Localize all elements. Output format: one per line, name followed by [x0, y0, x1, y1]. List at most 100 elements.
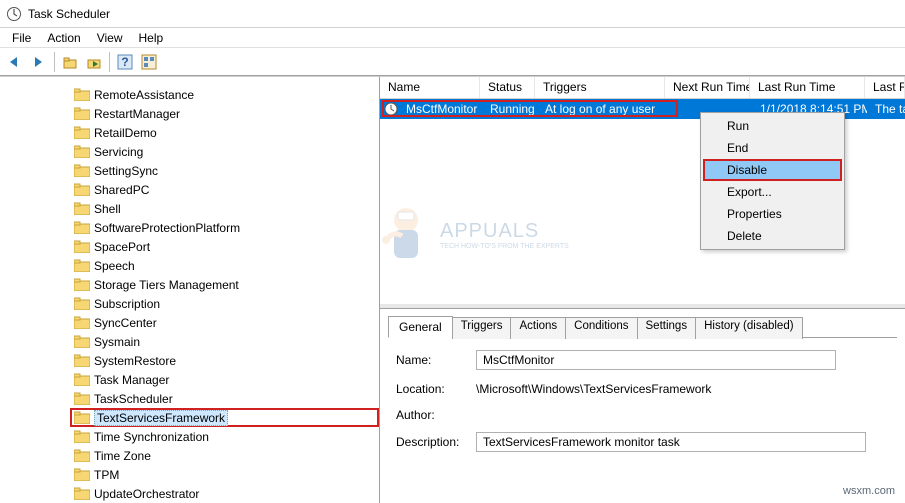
- tree-item-speech[interactable]: Speech: [70, 256, 379, 275]
- details-pane: General Triggers Actions Conditions Sett…: [380, 308, 905, 503]
- tab-general[interactable]: General: [388, 316, 453, 338]
- cell-lastr: The ta: [867, 102, 905, 116]
- tab-settings[interactable]: Settings: [637, 317, 697, 339]
- run-button[interactable]: [83, 51, 105, 73]
- tree-item-textservicesframework[interactable]: TextServicesFramework: [70, 408, 379, 427]
- menu-help[interactable]: Help: [131, 29, 172, 47]
- ctx-properties[interactable]: Properties: [703, 203, 842, 225]
- tree-item-label: SyncCenter: [94, 316, 157, 330]
- back-button[interactable]: [4, 51, 26, 73]
- tree-item-label: Storage Tiers Management: [94, 278, 239, 292]
- tree-item-label: Speech: [94, 259, 135, 273]
- folder-icon: [74, 88, 90, 101]
- help-button[interactable]: ?: [114, 51, 136, 73]
- folder-icon: [74, 164, 90, 177]
- folder-icon: [74, 297, 90, 310]
- toolbar: ?: [0, 48, 905, 76]
- tree-item-systemrestore[interactable]: SystemRestore: [70, 351, 379, 370]
- ctx-disable[interactable]: Disable: [703, 159, 842, 181]
- folder-icon: [74, 107, 90, 120]
- description-value: TextServicesFramework monitor task: [476, 432, 866, 452]
- tree-item-settingsync[interactable]: SettingSync: [70, 161, 379, 180]
- tree-item-label: TPM: [94, 468, 119, 482]
- tab-history[interactable]: History (disabled): [695, 317, 802, 339]
- tree-item-updateorchestrator[interactable]: UpdateOrchestrator: [70, 484, 379, 503]
- toolbar-separator: [54, 52, 55, 72]
- ctx-export[interactable]: Export...: [703, 181, 842, 203]
- col-status[interactable]: Status: [480, 77, 535, 98]
- location-label: Location:: [396, 382, 476, 396]
- col-triggers[interactable]: Triggers: [535, 77, 665, 98]
- tree-item-label: TaskScheduler: [94, 392, 173, 406]
- tree-item-label: RestartManager: [94, 107, 180, 121]
- menu-action[interactable]: Action: [39, 29, 88, 47]
- tree-item-label: Task Manager: [94, 373, 169, 387]
- folder-icon: [74, 126, 90, 139]
- tree-item-label: SpacePort: [94, 240, 150, 254]
- tree-item-time-zone[interactable]: Time Zone: [70, 446, 379, 465]
- col-last[interactable]: Last Run Time: [750, 77, 865, 98]
- tree-item-label: Subscription: [94, 297, 160, 311]
- tabs: General Triggers Actions Conditions Sett…: [388, 315, 897, 338]
- col-next[interactable]: Next Run Time: [665, 77, 750, 98]
- tab-triggers[interactable]: Triggers: [452, 317, 512, 339]
- folder-icon: [74, 411, 90, 424]
- menu-view[interactable]: View: [89, 29, 131, 47]
- tree-item-servicing[interactable]: Servicing: [70, 142, 379, 161]
- tree-item-sharedpc[interactable]: SharedPC: [70, 180, 379, 199]
- description-label: Description:: [396, 435, 476, 449]
- tab-conditions[interactable]: Conditions: [565, 317, 637, 339]
- tree-item-task-manager[interactable]: Task Manager: [70, 370, 379, 389]
- folder-icon: [74, 221, 90, 234]
- tree-item-shell[interactable]: Shell: [70, 199, 379, 218]
- menu-file[interactable]: File: [4, 29, 39, 47]
- tree-item-label: SettingSync: [94, 164, 158, 178]
- context-menu: Run End Disable Export... Properties Del…: [700, 112, 845, 250]
- ctx-delete[interactable]: Delete: [703, 225, 842, 247]
- tree-item-softwareprotectionplatform[interactable]: SoftwareProtectionPlatform: [70, 218, 379, 237]
- cell-name: MsCtfMonitor: [398, 102, 482, 116]
- folder-icon: [74, 335, 90, 348]
- ctx-run[interactable]: Run: [703, 115, 842, 137]
- footer-watermark: wsxm.com: [843, 485, 895, 497]
- folder-icon: [74, 449, 90, 462]
- up-button[interactable]: [59, 51, 81, 73]
- folder-icon: [74, 316, 90, 329]
- properties-button[interactable]: [138, 51, 160, 73]
- col-lastr[interactable]: Last R: [865, 77, 905, 98]
- tree-item-remoteassistance[interactable]: RemoteAssistance: [70, 85, 379, 104]
- tree-item-subscription[interactable]: Subscription: [70, 294, 379, 313]
- cell-triggers: At log on of any user: [537, 102, 667, 116]
- tree-item-sysmain[interactable]: Sysmain: [70, 332, 379, 351]
- tree-item-time-synchronization[interactable]: Time Synchronization: [70, 427, 379, 446]
- column-headers: Name Status Triggers Next Run Time Last …: [380, 77, 905, 99]
- window-title: Task Scheduler: [28, 7, 110, 21]
- tree-item-tpm[interactable]: TPM: [70, 465, 379, 484]
- tree-item-label: RetailDemo: [94, 126, 157, 140]
- folder-icon: [74, 487, 90, 500]
- tree-pane[interactable]: RemoteAssistance RestartManager RetailDemo…: [0, 76, 380, 503]
- tree-item-label: SharedPC: [94, 183, 149, 197]
- folder-icon: [74, 259, 90, 272]
- tree-item-restartmanager[interactable]: RestartManager: [70, 104, 379, 123]
- tree-item-label: Servicing: [94, 145, 143, 159]
- tree: RemoteAssistance RestartManager RetailDemo…: [0, 79, 379, 503]
- detail-body: Name: MsCtfMonitor Location: \Microsoft\…: [388, 338, 897, 474]
- tree-item-storage-tiers-management[interactable]: Storage Tiers Management: [70, 275, 379, 294]
- tree-item-label: RemoteAssistance: [94, 88, 194, 102]
- folder-icon: [74, 354, 90, 367]
- tree-item-label: Sysmain: [94, 335, 140, 349]
- tree-item-label: Time Synchronization: [94, 430, 209, 444]
- folder-icon: [74, 430, 90, 443]
- forward-button[interactable]: [28, 51, 50, 73]
- col-name[interactable]: Name: [380, 77, 480, 98]
- tree-item-taskscheduler[interactable]: TaskScheduler: [70, 389, 379, 408]
- ctx-end[interactable]: End: [703, 137, 842, 159]
- folder-icon: [74, 278, 90, 291]
- folder-icon: [74, 202, 90, 215]
- tree-item-retaildemo[interactable]: RetailDemo: [70, 123, 379, 142]
- tree-item-synccenter[interactable]: SyncCenter: [70, 313, 379, 332]
- tab-actions[interactable]: Actions: [510, 317, 566, 339]
- tree-item-spaceport[interactable]: SpacePort: [70, 237, 379, 256]
- tree-item-label: TextServicesFramework: [94, 410, 228, 426]
